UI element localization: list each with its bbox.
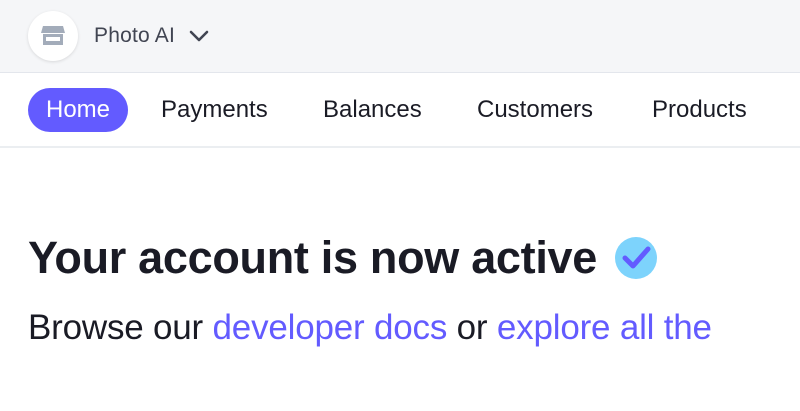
account-name: Photo AI bbox=[94, 24, 175, 47]
nav-balances[interactable]: Balances bbox=[323, 88, 422, 132]
main-content: Your account is now active Browse our de… bbox=[0, 148, 800, 411]
top-bar: Photo AI bbox=[0, 0, 800, 73]
storefront-icon bbox=[28, 11, 78, 61]
chevron-down-icon[interactable] bbox=[189, 30, 209, 42]
subtitle-prefix: Browse our bbox=[28, 308, 213, 347]
developer-docs-link[interactable]: developer docs bbox=[213, 308, 448, 347]
nav-home[interactable]: Home bbox=[28, 88, 129, 132]
subtitle-middle: or bbox=[447, 308, 497, 347]
headline-text: Your account is now active bbox=[28, 232, 598, 283]
check-badge-icon bbox=[613, 235, 659, 281]
subtitle: Browse our developer docs or explore all… bbox=[28, 308, 712, 348]
nav-products[interactable]: Products bbox=[652, 88, 747, 132]
page-title: Your account is now active bbox=[28, 232, 659, 284]
account-switcher[interactable]: Photo AI bbox=[28, 11, 209, 61]
explore-link[interactable]: explore all the bbox=[497, 308, 712, 347]
nav-customers[interactable]: Customers bbox=[477, 88, 593, 132]
nav-payments[interactable]: Payments bbox=[161, 88, 268, 132]
main-nav: Home Payments Balances Customers Product… bbox=[0, 73, 800, 148]
